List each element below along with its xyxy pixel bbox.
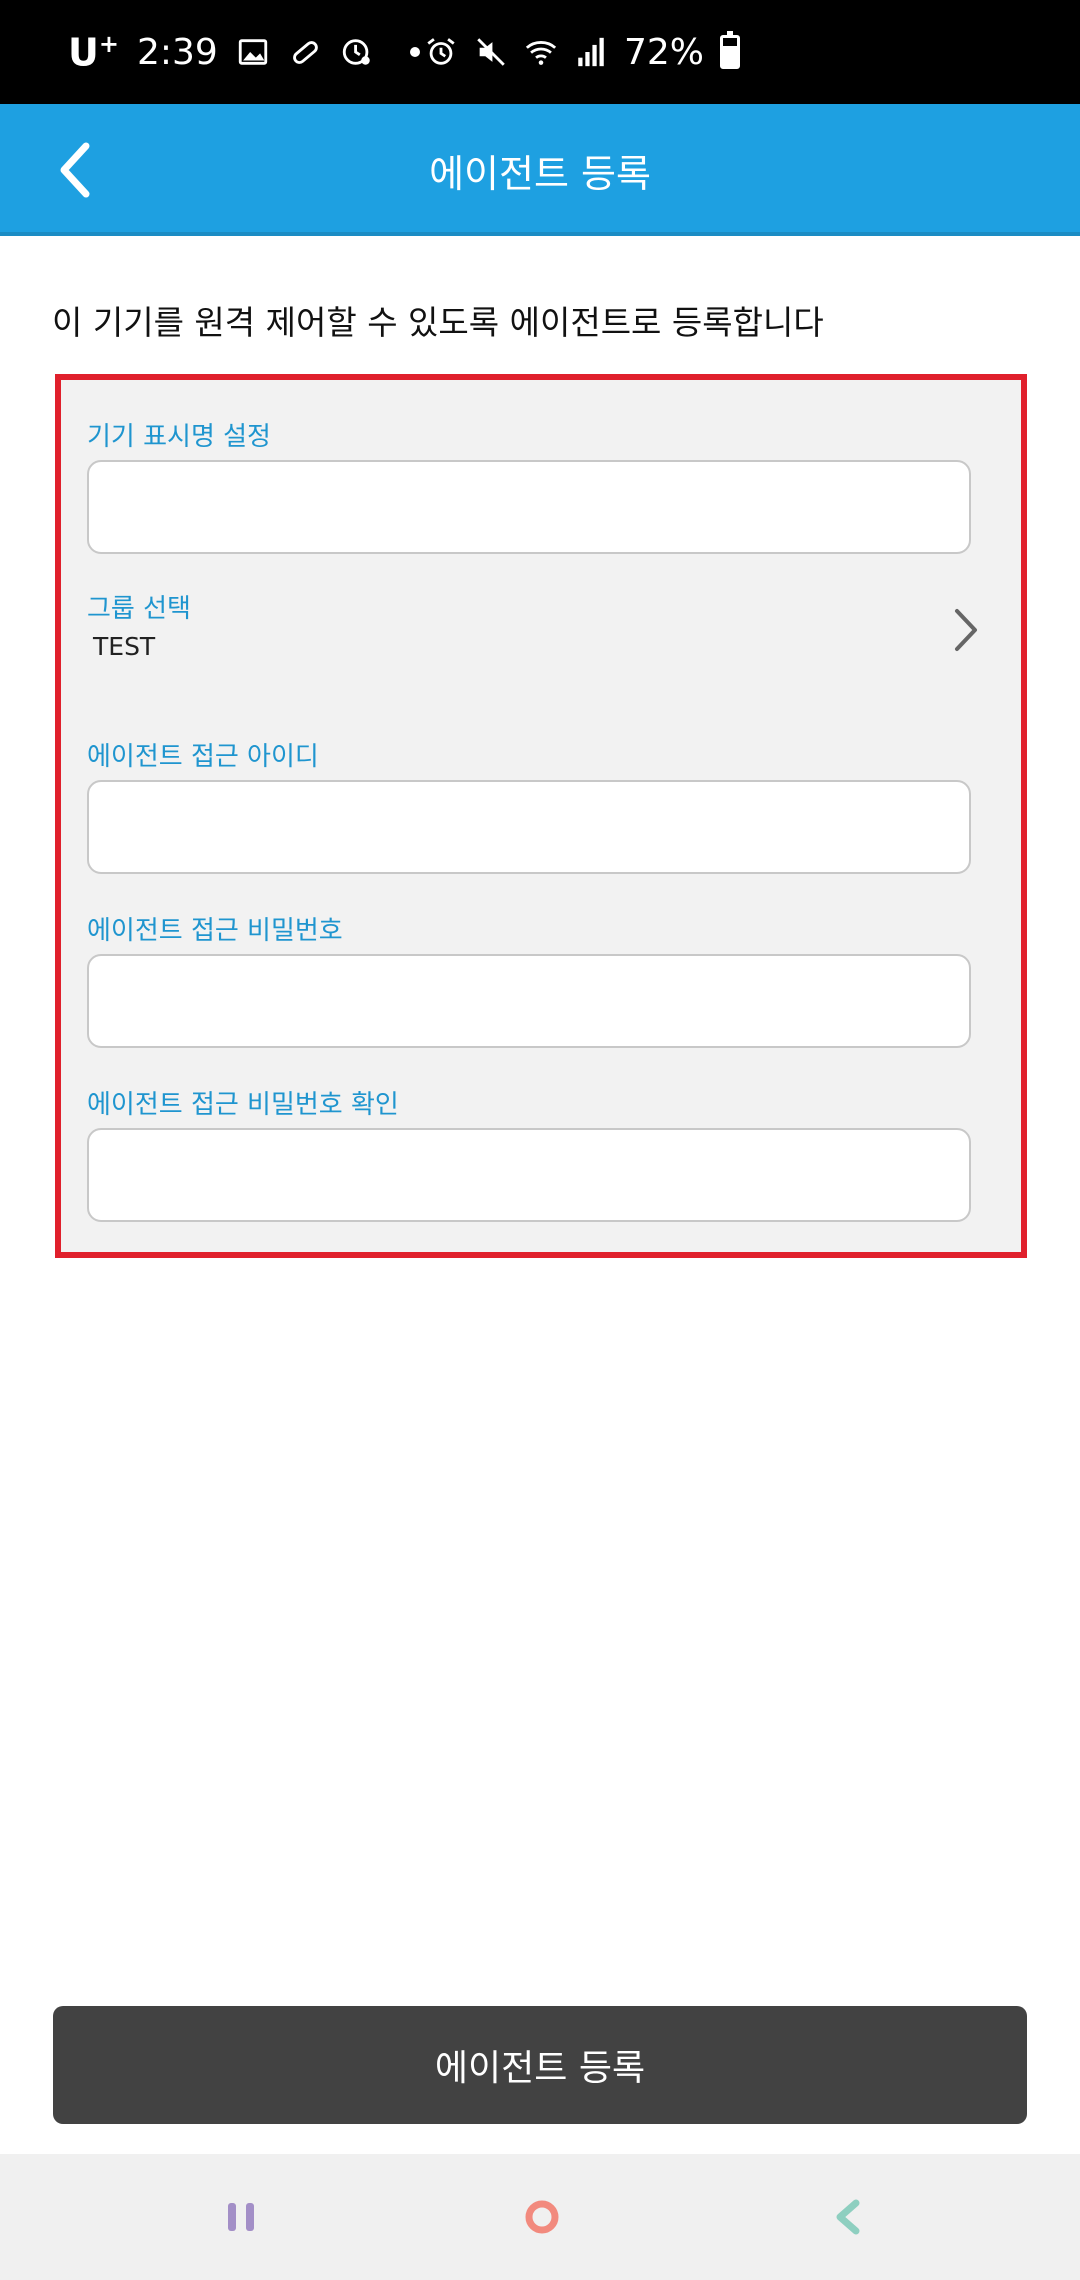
back-button[interactable] bbox=[36, 130, 116, 210]
gallery-icon bbox=[238, 39, 267, 65]
chevron-right-icon bbox=[955, 609, 977, 651]
battery-percent: 72% bbox=[623, 31, 704, 73]
chevron-left-icon bbox=[60, 142, 90, 198]
agent-password-confirm-input[interactable] bbox=[87, 1128, 971, 1222]
agent-password-label: 에이전트 접근 비밀번호 bbox=[87, 916, 343, 946]
home-icon bbox=[525, 2200, 559, 2234]
clock: 2:39 bbox=[136, 31, 218, 73]
group-select-row[interactable] bbox=[61, 580, 1021, 700]
agent-form: 기기 표시명 설정 그룹 선택 TEST 에이전트 접근 아이디 에이전트 접근… bbox=[55, 374, 1027, 1258]
device-name-label: 기기 표시명 설정 bbox=[87, 422, 271, 452]
wifi-icon bbox=[525, 41, 557, 65]
recent-apps-button[interactable] bbox=[202, 2182, 282, 2252]
system-nav-bar bbox=[0, 2154, 1080, 2280]
battery-icon bbox=[720, 31, 740, 69]
pill-icon bbox=[292, 41, 318, 64]
agent-id-label: 에이전트 접근 아이디 bbox=[87, 742, 319, 772]
health-icon bbox=[342, 39, 370, 65]
status-right: 72% bbox=[424, 0, 740, 104]
carrier-plus: + bbox=[98, 29, 119, 58]
group-select-button[interactable] bbox=[941, 600, 991, 660]
mute-icon bbox=[477, 38, 505, 66]
carrier-name: U bbox=[68, 30, 99, 75]
page-title: 에이전트 등록 bbox=[429, 151, 651, 196]
recent-apps-icon bbox=[228, 2203, 254, 2231]
status-left: U+ 2:39 bbox=[68, 0, 420, 104]
nav-back-button[interactable] bbox=[808, 2182, 888, 2252]
agent-password-confirm-label: 에이전트 접근 비밀번호 확인 bbox=[87, 1090, 399, 1120]
notification-dot bbox=[409, 47, 420, 57]
carrier-label: U+ bbox=[68, 30, 119, 75]
page-description: 이 기기를 원격 제어할 수 있도록 에이전트로 등록합니다 bbox=[52, 303, 824, 342]
agent-id-input[interactable] bbox=[87, 780, 971, 874]
group-label: 그룹 선택 bbox=[87, 594, 191, 624]
app-bar: 에이전트 등록 bbox=[0, 104, 1080, 236]
back-icon bbox=[836, 2199, 860, 2235]
alarm-icon bbox=[427, 38, 455, 65]
register-agent-button[interactable]: 에이전트 등록 bbox=[53, 2006, 1027, 2124]
agent-password-input[interactable] bbox=[87, 954, 971, 1048]
signal-icon bbox=[578, 37, 604, 67]
home-button[interactable] bbox=[502, 2182, 582, 2252]
device-name-input[interactable] bbox=[87, 460, 971, 554]
group-value: TEST bbox=[93, 632, 156, 661]
status-bar: U+ 2:39 72% bbox=[0, 0, 1080, 104]
